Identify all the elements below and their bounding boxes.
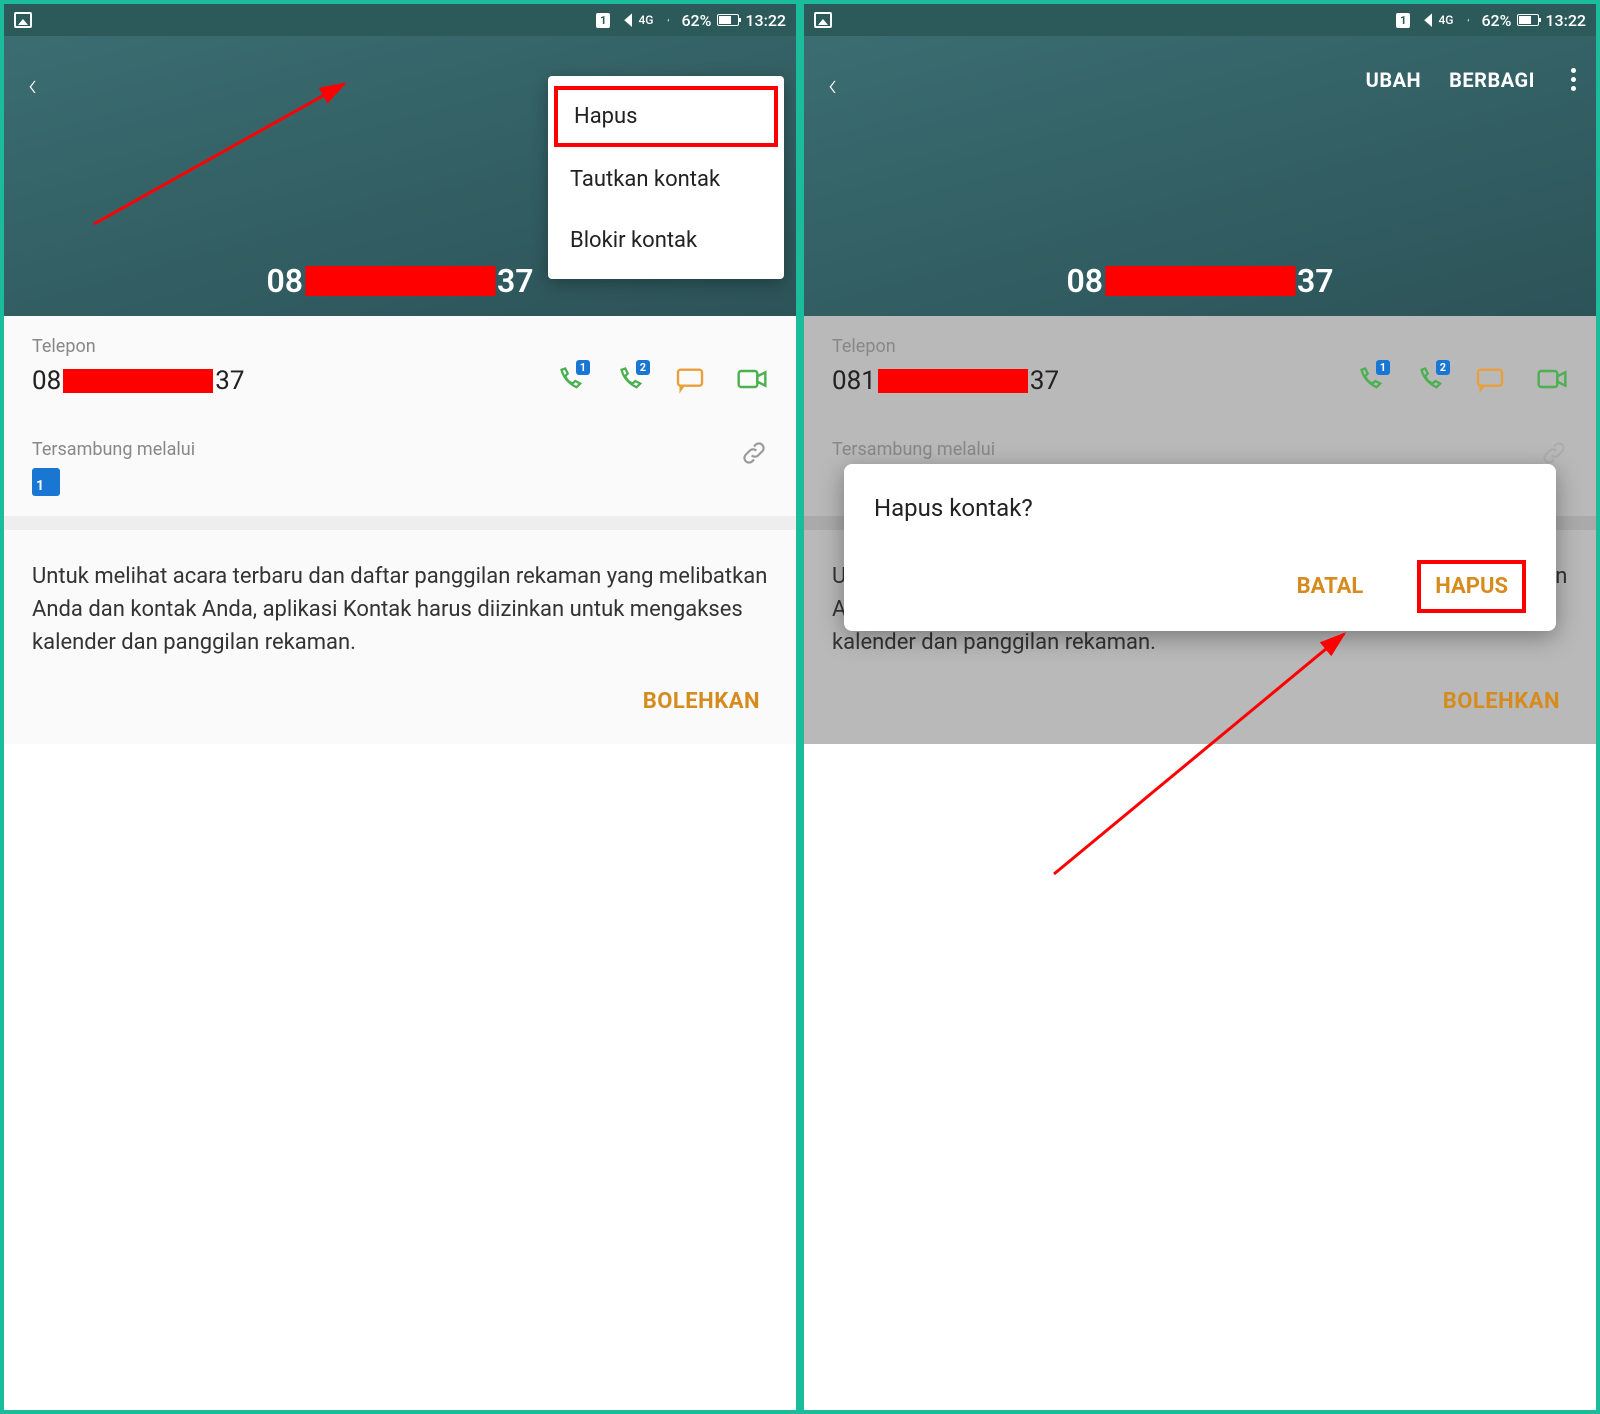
dialog-confirm-button[interactable]: HAPUS	[1417, 560, 1526, 613]
network-type: 4G	[638, 14, 653, 26]
account-source-icon: 1	[32, 468, 60, 496]
overflow-menu-button[interactable]	[1563, 64, 1584, 95]
contact-title: 08 37	[266, 262, 533, 300]
battery-icon	[717, 14, 739, 26]
back-button[interactable]: ‹	[828, 66, 837, 104]
battery-percent: 62%	[681, 11, 711, 30]
call-sim2-icon[interactable]: 2	[614, 366, 644, 396]
connected-via-label: Tersambung melalui	[832, 439, 995, 460]
overflow-menu: Hapus Tautkan kontak Blokir kontak	[548, 76, 784, 279]
battery-icon	[1517, 14, 1539, 26]
call-sim1-icon[interactable]: 1	[1354, 366, 1384, 396]
contact-title: 08 37	[1066, 262, 1333, 300]
redacted-area	[305, 266, 495, 296]
contact-header: ‹ 08 37 Hapus Tautkan kontak Blokir kont…	[4, 36, 796, 316]
contact-suffix: 37	[497, 262, 534, 300]
contact-prefix: 08	[266, 262, 303, 300]
gallery-icon	[14, 12, 32, 28]
phone-number[interactable]: 08 37	[32, 366, 244, 396]
sim-indicator: 1	[1396, 13, 1410, 28]
permission-info-text: Untuk melihat acara terbaru dan daftar p…	[4, 530, 796, 671]
message-icon[interactable]	[1474, 363, 1506, 399]
signal-icon	[1416, 13, 1432, 27]
signal-icon-2	[659, 13, 675, 27]
clock: 13:22	[1545, 11, 1586, 30]
redacted-area	[63, 369, 213, 393]
video-call-icon[interactable]	[736, 363, 768, 399]
signal-icon-2	[1459, 13, 1475, 27]
share-button[interactable]: BERBAGI	[1449, 68, 1535, 92]
phone-section-label: Telepon	[832, 336, 1568, 357]
battery-percent: 62%	[1481, 11, 1511, 30]
phone-section-label: Telepon	[32, 336, 768, 357]
contact-prefix: 08	[1066, 262, 1103, 300]
redacted-area	[878, 369, 1028, 393]
menu-item-block-contact[interactable]: Blokir kontak	[548, 210, 784, 271]
dialog-title: Hapus kontak?	[874, 494, 1526, 522]
status-bar: 1 4G 62% 13:22	[4, 4, 796, 36]
phone-screenshot-left: 1 4G 62% 13:22 ‹ 08 37 Hapus Tautkan kon…	[4, 4, 796, 1410]
clock: 13:22	[745, 11, 786, 30]
back-button[interactable]: ‹	[28, 66, 37, 104]
phone-number[interactable]: 081 37	[832, 366, 1059, 396]
call-sim1-icon[interactable]: 1	[554, 366, 584, 396]
section-divider	[4, 516, 796, 530]
connected-via-label: Tersambung melalui	[32, 439, 195, 460]
redacted-area	[1105, 266, 1295, 296]
sim-indicator: 1	[596, 13, 610, 28]
network-type: 4G	[1438, 14, 1453, 26]
edit-button[interactable]: UBAH	[1366, 68, 1422, 92]
video-call-icon[interactable]	[1536, 363, 1568, 399]
link-icon[interactable]	[740, 439, 768, 471]
allow-button[interactable]: BOLEHKAN	[643, 689, 760, 714]
delete-confirm-dialog: Hapus kontak? BATAL HAPUS	[844, 464, 1556, 631]
contact-suffix: 37	[1297, 262, 1334, 300]
dialog-cancel-button[interactable]: BATAL	[1283, 564, 1378, 609]
contact-body: Telepon 08 37 1 2	[4, 316, 796, 744]
signal-icon	[616, 13, 632, 27]
menu-item-delete[interactable]: Hapus	[554, 86, 778, 147]
contact-header: ‹ UBAH BERBAGI 08 37	[804, 36, 1596, 316]
status-bar: 1 4G 62% 13:22	[804, 4, 1596, 36]
call-sim2-icon[interactable]: 2	[1414, 366, 1444, 396]
gallery-icon	[814, 12, 832, 28]
menu-item-link-contact[interactable]: Tautkan kontak	[548, 149, 784, 210]
message-icon[interactable]	[674, 363, 706, 399]
allow-button[interactable]: BOLEHKAN	[1443, 689, 1560, 714]
phone-screenshot-right: 1 4G 62% 13:22 ‹ UBAH BERBAGI 08 37 Tele…	[804, 4, 1596, 1410]
